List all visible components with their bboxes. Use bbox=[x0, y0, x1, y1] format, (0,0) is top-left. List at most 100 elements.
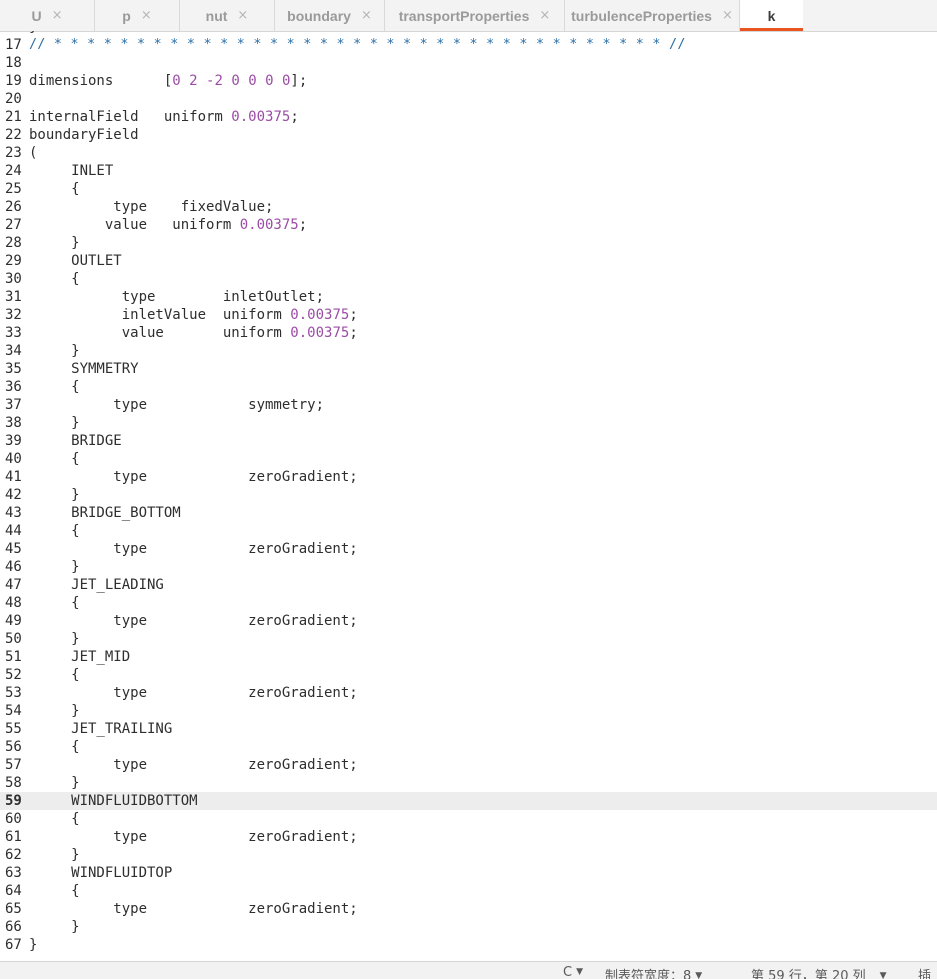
code-line[interactable]: 35 SYMMETRY bbox=[0, 360, 937, 378]
line-text: } bbox=[29, 937, 38, 953]
code-line[interactable]: 24 INLET bbox=[0, 162, 937, 180]
line-number: 28 bbox=[5, 235, 22, 251]
code-line[interactable]: 28 } bbox=[0, 234, 937, 252]
close-icon[interactable]: × bbox=[361, 8, 372, 23]
code-line[interactable]: 48 { bbox=[0, 594, 937, 612]
code-line[interactable]: 43 BRIDGE_BOTTOM bbox=[0, 504, 937, 522]
line-number: 50 bbox=[5, 631, 22, 647]
code-line[interactable]: 38 } bbox=[0, 414, 937, 432]
line-number: 63 bbox=[5, 865, 22, 881]
code-line[interactable]: 49 type zeroGradient; bbox=[0, 612, 937, 630]
code-line[interactable]: 62 } bbox=[0, 846, 937, 864]
language-selector[interactable]: C ▼ bbox=[563, 965, 583, 979]
code-line[interactable]: 46 } bbox=[0, 558, 937, 576]
code-line[interactable]: 64 { bbox=[0, 882, 937, 900]
code-line[interactable]: 63 WINDFLUIDTOP bbox=[0, 864, 937, 882]
code-line[interactable]: 61 type zeroGradient; bbox=[0, 828, 937, 846]
code-line[interactable]: 36 { bbox=[0, 378, 937, 396]
code-line[interactable]: 32 inletValue uniform 0.00375; bbox=[0, 306, 937, 324]
code-line[interactable]: 33 value uniform 0.00375; bbox=[0, 324, 937, 342]
line-text: BRIDGE_BOTTOM bbox=[29, 505, 181, 521]
line-text: SYMMETRY bbox=[29, 361, 139, 377]
line-number: 48 bbox=[5, 595, 22, 611]
line-number: 18 bbox=[5, 55, 22, 71]
line-number: 44 bbox=[5, 523, 22, 539]
tab-label: boundary bbox=[287, 7, 351, 24]
code-line[interactable]: 52 { bbox=[0, 666, 937, 684]
code-line[interactable]: 53 type zeroGradient; bbox=[0, 684, 937, 702]
tab-width-selector[interactable]: 制表符宽度：8 ▼ bbox=[605, 965, 702, 979]
code-line[interactable]: 34 } bbox=[0, 342, 937, 360]
tab-turbulenceproperties[interactable]: turbulenceProperties × bbox=[565, 0, 740, 31]
line-number: 41 bbox=[5, 469, 22, 485]
code-line[interactable]: 17 // * * * * * * * * * * * * * * * * * *… bbox=[0, 36, 937, 54]
line-number: 23 bbox=[5, 145, 22, 161]
tab-label: nut bbox=[205, 7, 228, 24]
code-line[interactable]: 58 } bbox=[0, 774, 937, 792]
code-line[interactable]: 67} bbox=[0, 936, 937, 954]
line-number: 61 bbox=[5, 829, 22, 845]
line-text: INLET bbox=[29, 163, 114, 179]
code-line[interactable]: 51 JET_MID bbox=[0, 648, 937, 666]
code-line[interactable]: 59 WINDFLUIDBOTTOM bbox=[0, 792, 937, 810]
cursor-position-selector[interactable]: 第 59 行，第 20 列 ▼ bbox=[751, 965, 887, 979]
code-line[interactable]: 41 type zeroGradient; bbox=[0, 468, 937, 486]
tab-u[interactable]: U × bbox=[0, 0, 95, 31]
tab-transportproperties[interactable]: transportProperties × bbox=[385, 0, 565, 31]
code-lines: 16}17// * * * * * * * * * * * * * * * * … bbox=[0, 31, 937, 954]
code-line[interactable]: 42 } bbox=[0, 486, 937, 504]
code-line[interactable]: 20 bbox=[0, 90, 937, 108]
code-line[interactable]: 57 type zeroGradient; bbox=[0, 756, 937, 774]
code-line[interactable]: 21 internalField uniform 0.00375; bbox=[0, 108, 937, 126]
code-line[interactable]: 30 { bbox=[0, 270, 937, 288]
code-line[interactable]: 50 } bbox=[0, 630, 937, 648]
line-number: 29 bbox=[5, 253, 22, 269]
line-number: 34 bbox=[5, 343, 22, 359]
code-line[interactable]: 54 } bbox=[0, 702, 937, 720]
line-number: 33 bbox=[5, 325, 22, 341]
line-text: inletValue uniform 0.00375; bbox=[29, 307, 358, 323]
code-line[interactable]: 27 value uniform 0.00375; bbox=[0, 216, 937, 234]
code-line[interactable]: 31 type inletOutlet; bbox=[0, 288, 937, 306]
code-editor[interactable]: 16}17// * * * * * * * * * * * * * * * * … bbox=[0, 31, 937, 961]
line-number: 20 bbox=[5, 91, 22, 107]
code-line[interactable]: 47 JET_LEADING bbox=[0, 576, 937, 594]
close-icon[interactable]: × bbox=[722, 8, 733, 23]
code-line[interactable]: 45 type zeroGradient; bbox=[0, 540, 937, 558]
code-line[interactable]: 56 { bbox=[0, 738, 937, 756]
code-line[interactable]: 55 JET_TRAILING bbox=[0, 720, 937, 738]
line-text: } bbox=[29, 631, 80, 647]
code-line[interactable]: 26 type fixedValue; bbox=[0, 198, 937, 216]
line-text: type zeroGradient; bbox=[29, 541, 358, 557]
line-number: 38 bbox=[5, 415, 22, 431]
line-text: } bbox=[29, 775, 80, 791]
code-line[interactable]: 29 OUTLET bbox=[0, 252, 937, 270]
tab-label: p bbox=[122, 7, 131, 24]
code-line[interactable]: 18 bbox=[0, 54, 937, 72]
close-icon[interactable]: × bbox=[237, 8, 248, 23]
code-line[interactable]: 19 dimensions [0 2 -2 0 0 0 0]; bbox=[0, 72, 937, 90]
code-line[interactable]: 66 } bbox=[0, 918, 937, 936]
code-line[interactable]: 25 { bbox=[0, 180, 937, 198]
tab-k[interactable]: k bbox=[740, 0, 803, 31]
tab-nut[interactable]: nut × bbox=[180, 0, 275, 31]
code-line[interactable]: 44 { bbox=[0, 522, 937, 540]
code-line[interactable]: 60 { bbox=[0, 810, 937, 828]
tab-p[interactable]: p × bbox=[95, 0, 180, 31]
code-line[interactable]: 23 ( bbox=[0, 144, 937, 162]
code-line[interactable]: 39 BRIDGE bbox=[0, 432, 937, 450]
code-line[interactable]: 22 boundaryField bbox=[0, 126, 937, 144]
close-icon[interactable]: × bbox=[141, 8, 152, 23]
code-line[interactable]: 37 type symmetry; bbox=[0, 396, 937, 414]
line-number: 65 bbox=[5, 901, 22, 917]
close-icon[interactable]: × bbox=[539, 8, 550, 23]
line-text: type zeroGradient; bbox=[29, 901, 358, 917]
line-text: boundaryField bbox=[29, 127, 139, 143]
code-line[interactable]: 40 { bbox=[0, 450, 937, 468]
line-number: 55 bbox=[5, 721, 22, 737]
line-text: BRIDGE bbox=[29, 433, 122, 449]
code-line[interactable]: 65 type zeroGradient; bbox=[0, 900, 937, 918]
close-icon[interactable]: × bbox=[52, 8, 63, 23]
line-text: } bbox=[29, 919, 80, 935]
tab-boundary[interactable]: boundary × bbox=[275, 0, 385, 31]
